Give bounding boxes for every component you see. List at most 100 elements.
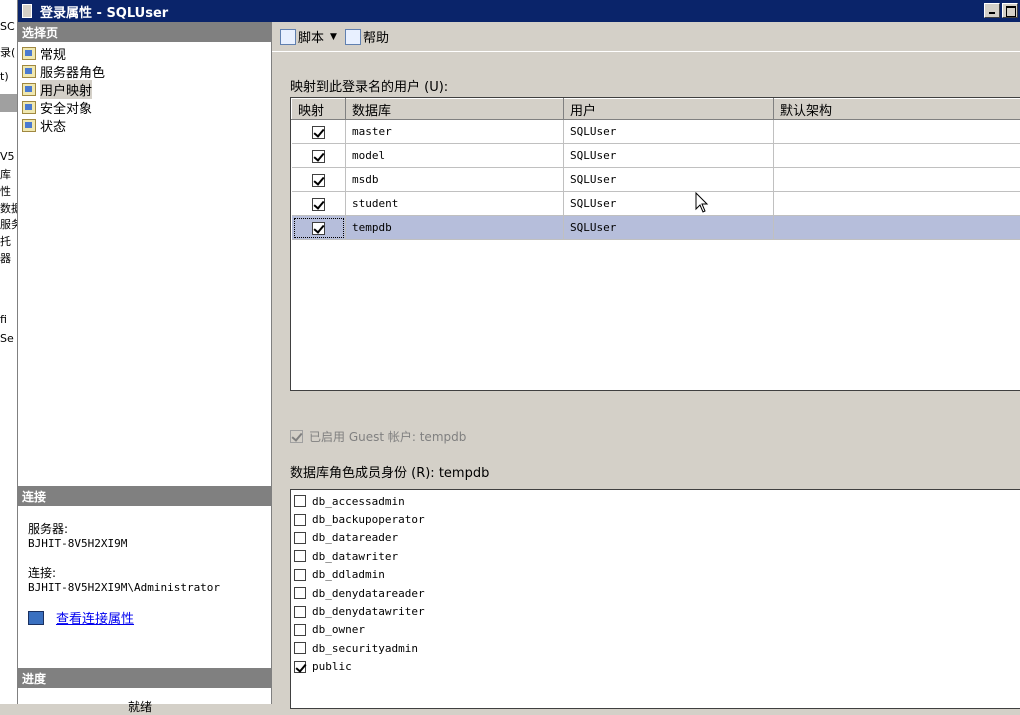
background-text: 器 — [0, 250, 18, 266]
role-checkbox[interactable] — [294, 642, 306, 654]
help-icon — [345, 29, 361, 45]
role-checkbox[interactable] — [294, 661, 306, 673]
page-item[interactable]: 状态 — [22, 116, 271, 134]
role-item[interactable]: db_backupoperator — [291, 510, 1020, 528]
user-cell[interactable]: SQLUser — [564, 216, 774, 240]
select-page-header: 选择页 — [18, 22, 271, 42]
page-label: 常规 — [40, 44, 66, 63]
map-checkbox-cell[interactable] — [292, 144, 346, 168]
map-checkbox-cell[interactable] — [292, 192, 346, 216]
mapping-label: 映射到此登录名的用户 (U): — [290, 76, 448, 95]
page-item[interactable]: 常规 — [22, 44, 271, 62]
role-name: db_owner — [312, 623, 365, 636]
role-item[interactable]: public — [291, 658, 1020, 676]
table-row[interactable]: modelSQLUser... — [292, 144, 1020, 168]
page-item[interactable]: 服务器角色 — [22, 62, 271, 80]
server-label: 服务器: — [28, 520, 268, 537]
map-checkbox[interactable] — [312, 222, 325, 235]
table-row[interactable]: studentSQLUser... — [292, 192, 1020, 216]
guest-account-checkbox: 已启用 Guest 帐户: tempdb — [290, 428, 466, 445]
role-item[interactable]: db_datareader — [291, 529, 1020, 547]
default-schema-cell[interactable]: ... — [774, 216, 1020, 240]
role-item[interactable]: db_ddladmin — [291, 566, 1020, 584]
connection-properties-icon — [28, 611, 44, 625]
role-membership-label: 数据库角色成员身份 (R): tempdb — [290, 462, 489, 481]
role-name: db_backupoperator — [312, 513, 425, 526]
help-label: 帮助 — [363, 27, 389, 46]
user-cell[interactable]: SQLUser — [564, 144, 774, 168]
default-schema-cell[interactable]: ... — [774, 120, 1020, 144]
window-title: 登录属性 - SQLUser — [40, 2, 168, 21]
role-item[interactable]: db_accessadmin — [291, 492, 1020, 510]
role-name: db_accessadmin — [312, 495, 405, 508]
role-item[interactable]: db_datawriter — [291, 547, 1020, 565]
background-text: 录( — [0, 44, 18, 60]
toolbar: 脚本 ▼ 帮助 — [272, 22, 1020, 52]
page-label: 安全对象 — [40, 98, 92, 117]
map-checkbox-cell[interactable] — [292, 120, 346, 144]
background-window-strip: SC录(t)V5库性数据服务托器fiSe — [0, 0, 18, 704]
user-cell[interactable]: SQLUser — [564, 168, 774, 192]
table-row[interactable]: tempdbSQLUser... — [292, 216, 1020, 240]
connection-value: BJHIT-8V5H2XI9M\Administrator — [28, 581, 268, 594]
background-text: 性 — [0, 183, 18, 199]
default-schema-cell[interactable]: ... — [774, 168, 1020, 192]
table-row[interactable]: msdbSQLUser... — [292, 168, 1020, 192]
minimize-button[interactable] — [984, 3, 1000, 18]
map-checkbox[interactable] — [312, 174, 325, 187]
server-value: BJHIT-8V5H2XI9M — [28, 537, 268, 550]
map-checkbox-cell[interactable] — [292, 168, 346, 192]
role-item[interactable]: db_securityadmin — [291, 639, 1020, 657]
table-row[interactable]: masterSQLUser... — [292, 120, 1020, 144]
role-checkbox[interactable] — [294, 514, 306, 526]
connection-label: 连接: — [28, 564, 268, 581]
guest-checkbox-box — [290, 430, 303, 443]
page-icon — [22, 65, 36, 78]
dropdown-arrow-icon[interactable]: ▼ — [330, 32, 337, 42]
map-checkbox[interactable] — [312, 126, 325, 139]
progress-header: 进度 — [18, 668, 272, 688]
user-mapping-grid[interactable]: 映射数据库用户默认架构 masterSQLUser...modelSQLUser… — [290, 97, 1020, 391]
role-item[interactable]: db_owner — [291, 621, 1020, 639]
column-header[interactable]: 数据库 — [346, 99, 564, 120]
background-text: SC — [0, 20, 18, 33]
map-checkbox[interactable] — [312, 150, 325, 163]
script-button[interactable]: 脚本 ▼ — [280, 27, 337, 46]
page-label: 状态 — [40, 116, 66, 135]
background-text: 库 — [0, 166, 18, 182]
user-cell[interactable]: SQLUser — [564, 192, 774, 216]
grid-header-row: 映射数据库用户默认架构 — [292, 99, 1020, 120]
role-membership-list: db_accessadmin db_backupoperator db_datare… — [290, 489, 1020, 709]
page-item[interactable]: 安全对象 — [22, 98, 271, 116]
background-text: fi — [0, 313, 18, 326]
help-button[interactable]: 帮助 — [345, 27, 389, 46]
map-checkbox-cell[interactable] — [292, 216, 346, 240]
page-icon — [22, 119, 36, 132]
mouse-cursor-icon — [695, 192, 709, 214]
role-checkbox[interactable] — [294, 624, 306, 636]
default-schema-cell[interactable]: ... — [774, 192, 1020, 216]
view-connection-properties[interactable]: 查看连接属性 — [28, 608, 268, 627]
role-item[interactable]: db_denydatareader — [291, 584, 1020, 602]
page-label: 服务器角色 — [40, 62, 105, 81]
column-header[interactable]: 默认架构 — [774, 99, 1020, 120]
role-checkbox[interactable] — [294, 550, 306, 562]
role-name: db_denydatawriter — [312, 605, 425, 618]
page-item[interactable]: 用户映射 — [22, 80, 271, 98]
role-checkbox[interactable] — [294, 569, 306, 581]
role-checkbox[interactable] — [294, 532, 306, 544]
column-header[interactable]: 用户 — [564, 99, 774, 120]
default-schema-cell[interactable]: ... — [774, 144, 1020, 168]
map-checkbox[interactable] — [312, 198, 325, 211]
role-checkbox[interactable] — [294, 587, 306, 599]
background-text: V5 — [0, 150, 18, 163]
maximize-button[interactable] — [1002, 3, 1018, 18]
column-header[interactable]: 映射 — [292, 99, 346, 120]
user-cell[interactable]: SQLUser — [564, 120, 774, 144]
role-checkbox[interactable] — [294, 495, 306, 507]
database-cell: master — [346, 120, 564, 144]
role-checkbox[interactable] — [294, 606, 306, 618]
role-name: db_datawriter — [312, 550, 398, 563]
role-item[interactable]: db_denydatawriter — [291, 602, 1020, 620]
view-connection-link[interactable]: 查看连接属性 — [56, 608, 134, 627]
